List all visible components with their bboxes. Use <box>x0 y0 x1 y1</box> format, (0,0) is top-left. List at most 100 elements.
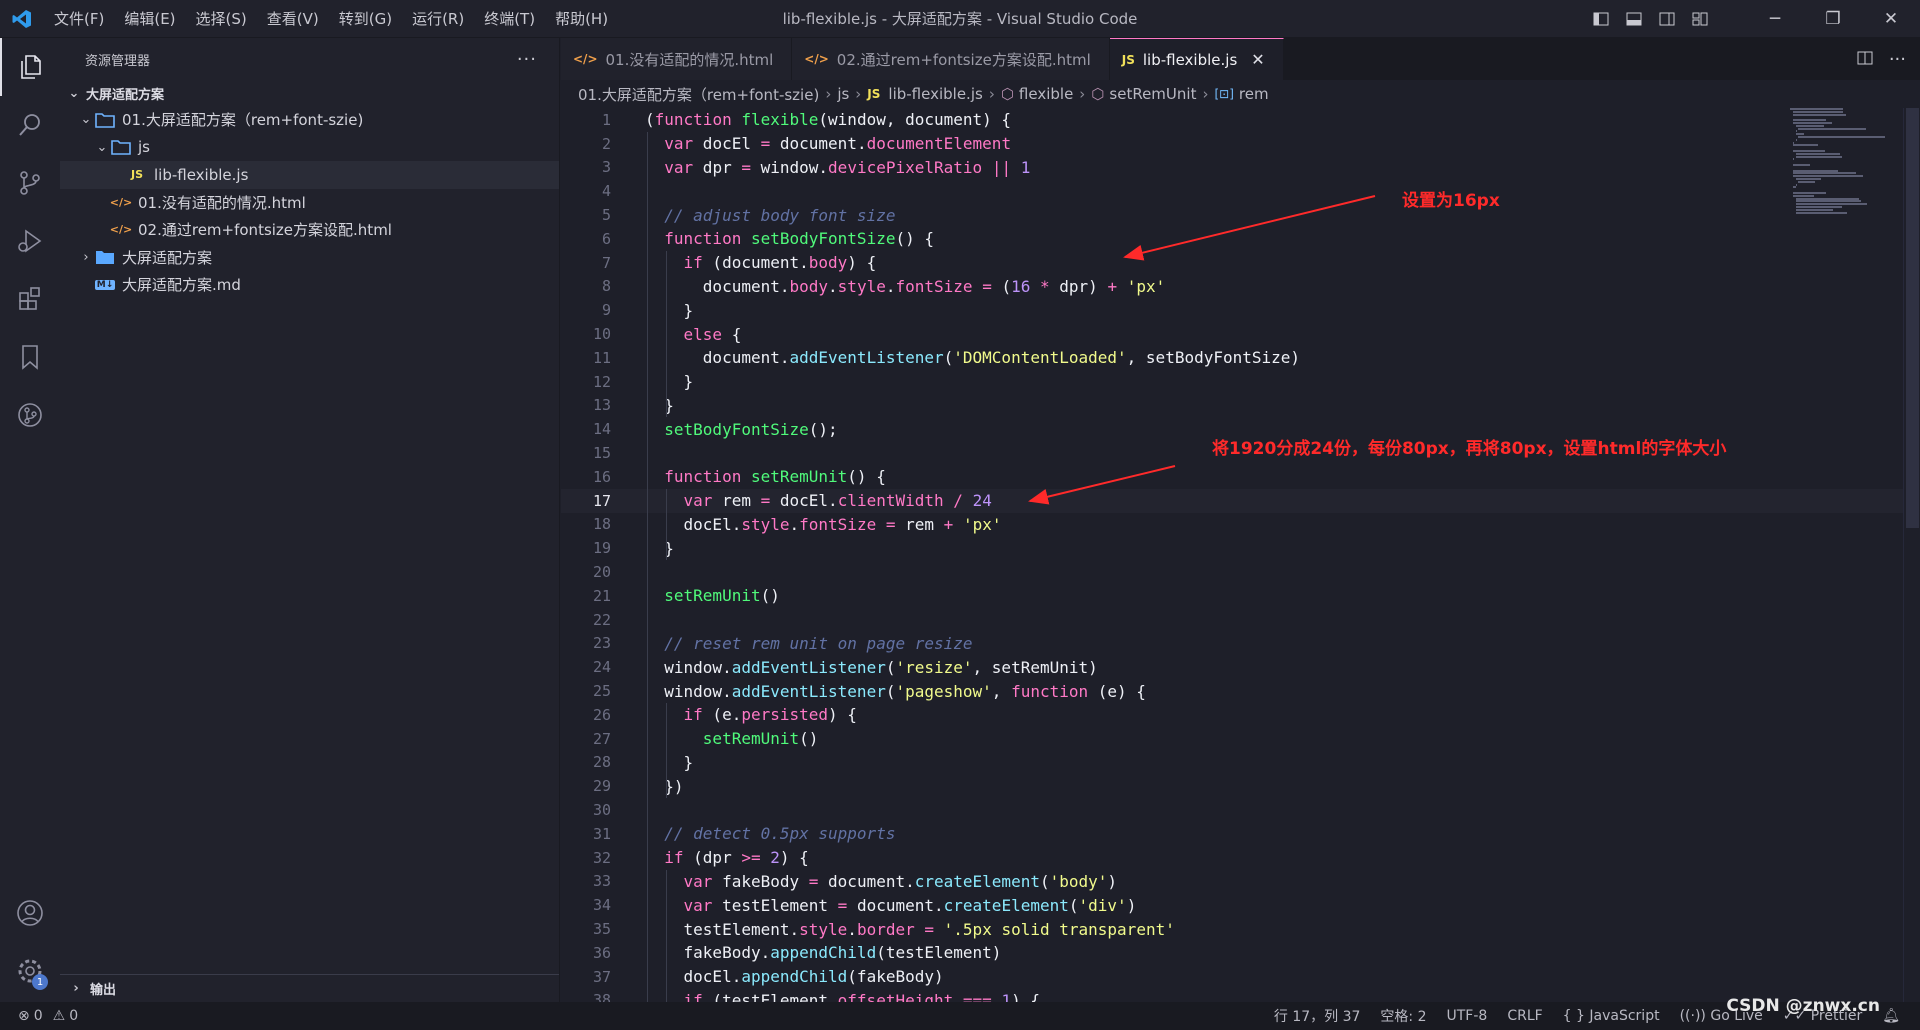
bookmark-icon[interactable] <box>0 328 60 386</box>
toggle-primary-sidebar-icon[interactable] <box>1584 0 1617 38</box>
breadcrumb-js-folder[interactable]: js <box>837 85 849 103</box>
code-line[interactable]: 12 } <box>561 370 1903 394</box>
code-line[interactable]: 16 function setRemUnit() { <box>561 465 1903 489</box>
problems-indicator[interactable]: ⊗ 0 ⚠ 0 <box>18 1008 78 1024</box>
output-section-label: 输出 <box>90 983 117 998</box>
code-line[interactable]: 9 } <box>561 298 1903 322</box>
code-line[interactable]: 26 if (e.persisted) { <box>561 703 1903 727</box>
menu-help[interactable]: 帮助(H) <box>545 0 618 38</box>
output-section-header[interactable]: › 输出 <box>60 974 559 1002</box>
code-line[interactable]: 6 function setBodyFontSize() { <box>561 227 1903 251</box>
code-line[interactable]: 36 fakeBody.appendChild(testElement) <box>561 941 1903 965</box>
editor-more-actions-icon[interactable]: ··· <box>1889 49 1906 70</box>
encoding[interactable]: UTF-8 <box>1447 1008 1488 1024</box>
menu-file[interactable]: 文件(F) <box>44 0 114 38</box>
workspace-section-header[interactable]: ⌄ 大屏适配方案 <box>60 80 559 106</box>
customize-layout-icon[interactable] <box>1683 0 1716 38</box>
toggle-secondary-sidebar-icon[interactable] <box>1650 0 1683 38</box>
minimap-line <box>1792 113 1846 116</box>
split-editor-icon[interactable] <box>1857 50 1873 69</box>
tree-item[interactable]: ⌄ js <box>60 134 559 162</box>
scrollbar-thumb[interactable] <box>1906 108 1919 528</box>
code-line[interactable]: 23 // reset rem unit on page resize <box>561 632 1903 656</box>
indent-guide <box>666 250 668 418</box>
code-line[interactable]: 34 var testElement = document.createElem… <box>561 893 1903 917</box>
indentation[interactable]: 空格: 2 <box>1380 1006 1426 1026</box>
code-line[interactable]: 24 window.addEventListener('resize', set… <box>561 655 1903 679</box>
tree-item[interactable]: M↓ 大屏适配方案.md <box>60 271 559 299</box>
code-line[interactable]: 13 } <box>561 394 1903 418</box>
explorer-icon[interactable] <box>0 38 60 96</box>
tree-item[interactable]: </> 02.通过rem+fontsize方案设配.html <box>60 216 559 244</box>
tree-item-label: js <box>138 138 150 157</box>
code-line[interactable]: 4 <box>561 179 1903 203</box>
settings-icon[interactable]: 1 <box>0 942 60 1000</box>
cursor-position[interactable]: 行 17，列 37 <box>1274 1006 1361 1026</box>
restore-button[interactable]: ❐ <box>1804 0 1862 38</box>
menu-edit[interactable]: 编辑(E) <box>114 0 185 38</box>
code-line[interactable]: 5 // adjust body font size <box>561 203 1903 227</box>
code-line[interactable]: 8 document.body.style.fontSize = (16 * d… <box>561 275 1903 299</box>
breadcrumb-symbol-setremunit[interactable]: setRemUnit <box>1109 85 1196 103</box>
code-line[interactable]: 19 } <box>561 536 1903 560</box>
menu-go[interactable]: 转到(G) <box>329 0 402 38</box>
more-actions-icon[interactable]: ··· <box>517 49 537 70</box>
tree-item[interactable]: › 大屏适配方案 <box>60 244 559 272</box>
tab-html-2[interactable]: </> 02.通过rem+fontsize方案设配.html <box>792 38 1110 80</box>
search-icon[interactable] <box>0 96 60 154</box>
code-line[interactable]: 2 var docEl = document.documentElement <box>561 132 1903 156</box>
code-line[interactable]: 11 document.addEventListener('DOMContent… <box>561 346 1903 370</box>
close-tab-icon[interactable]: ✕ <box>1251 50 1264 69</box>
breadcrumb-folder[interactable]: 01.大屏适配方案（rem+font-szie) <box>578 84 819 105</box>
menu-terminal[interactable]: 终端(T) <box>474 0 545 38</box>
breadcrumb-symbol-rem[interactable]: rem <box>1239 85 1269 103</box>
code-line[interactable]: 28 } <box>561 751 1903 775</box>
code-line[interactable]: 25 window.addEventListener('pageshow', f… <box>561 679 1903 703</box>
tab-lib-flexible[interactable]: JS lib-flexible.js ✕ <box>1109 38 1284 80</box>
code-line[interactable]: 3 var dpr = window.devicePixelRatio || 1 <box>561 156 1903 180</box>
menu-selection[interactable]: 选择(S) <box>186 0 257 38</box>
notifications-bell-icon[interactable]: 🔔︎ <box>1882 1008 1900 1024</box>
code-line[interactable]: 29 }) <box>561 774 1903 798</box>
code-line[interactable]: 21 setRemUnit() <box>561 584 1903 608</box>
git-graph-icon[interactable] <box>0 386 60 444</box>
code-line[interactable]: 20 <box>561 560 1903 584</box>
tab-html-1[interactable]: </> 01.没有适配的情况.html <box>561 38 793 80</box>
end-of-line[interactable]: CRLF <box>1507 1008 1542 1024</box>
code-editor[interactable]: 1 (function flexible(window, document) {2… <box>561 108 1903 1002</box>
minimize-button[interactable]: ─ <box>1746 0 1804 38</box>
code-line[interactable]: 33 var fakeBody = document.createElement… <box>561 870 1903 894</box>
code-line[interactable]: 27 setRemUnit() <box>561 727 1903 751</box>
tree-item[interactable]: </> 01.没有适配的情况.html <box>60 189 559 217</box>
account-icon[interactable] <box>0 884 60 942</box>
minimap[interactable] <box>1790 108 1902 228</box>
toggle-panel-icon[interactable] <box>1617 0 1650 38</box>
run-debug-icon[interactable] <box>0 212 60 270</box>
code-line[interactable]: 32 if (dpr >= 2) { <box>561 846 1903 870</box>
broadcast-icon: ((·)) <box>1679 1008 1706 1024</box>
editor-scrollbar[interactable] <box>1903 108 1920 1002</box>
code-line[interactable]: 35 testElement.style.border = '.5px soli… <box>561 917 1903 941</box>
code-line[interactable]: 18 docEl.style.fontSize = rem + 'px' <box>561 513 1903 537</box>
code-line[interactable]: 31 // detect 0.5px supports <box>561 822 1903 846</box>
language-mode[interactable]: { } JavaScript <box>1563 1008 1660 1024</box>
close-window-button[interactable]: ✕ <box>1862 0 1920 38</box>
extensions-icon[interactable] <box>0 270 60 328</box>
source-control-icon[interactable] <box>0 154 60 212</box>
code-line[interactable]: 1 (function flexible(window, document) { <box>561 108 1903 132</box>
breadcrumb-symbol-flexible[interactable]: flexible <box>1019 85 1073 103</box>
code-line[interactable]: 22 <box>561 608 1903 632</box>
code-line[interactable]: 37 docEl.appendChild(fakeBody) <box>561 965 1903 989</box>
code-line[interactable]: 30 <box>561 798 1903 822</box>
tree-item[interactable]: ⌄ 01.大屏适配方案（rem+font-szie) <box>60 106 559 134</box>
tree-item[interactable]: JS lib-flexible.js <box>60 161 559 189</box>
code-line[interactable]: 10 else { <box>561 322 1903 346</box>
tree-item-label: 01.没有适配的情况.html <box>138 193 306 212</box>
line-number: 38 <box>592 991 611 1002</box>
breadcrumb-file[interactable]: lib-flexible.js <box>888 85 982 103</box>
code-line[interactable]: 38 if (testElement.offsetHeight === 1) { <box>561 989 1903 1002</box>
code-line[interactable]: 7 if (document.body) { <box>561 251 1903 275</box>
menu-run[interactable]: 运行(R) <box>402 0 474 38</box>
code-line[interactable]: 17 var rem = docEl.clientWidth / 24 <box>561 488 1903 513</box>
menu-view[interactable]: 查看(V) <box>257 0 329 38</box>
